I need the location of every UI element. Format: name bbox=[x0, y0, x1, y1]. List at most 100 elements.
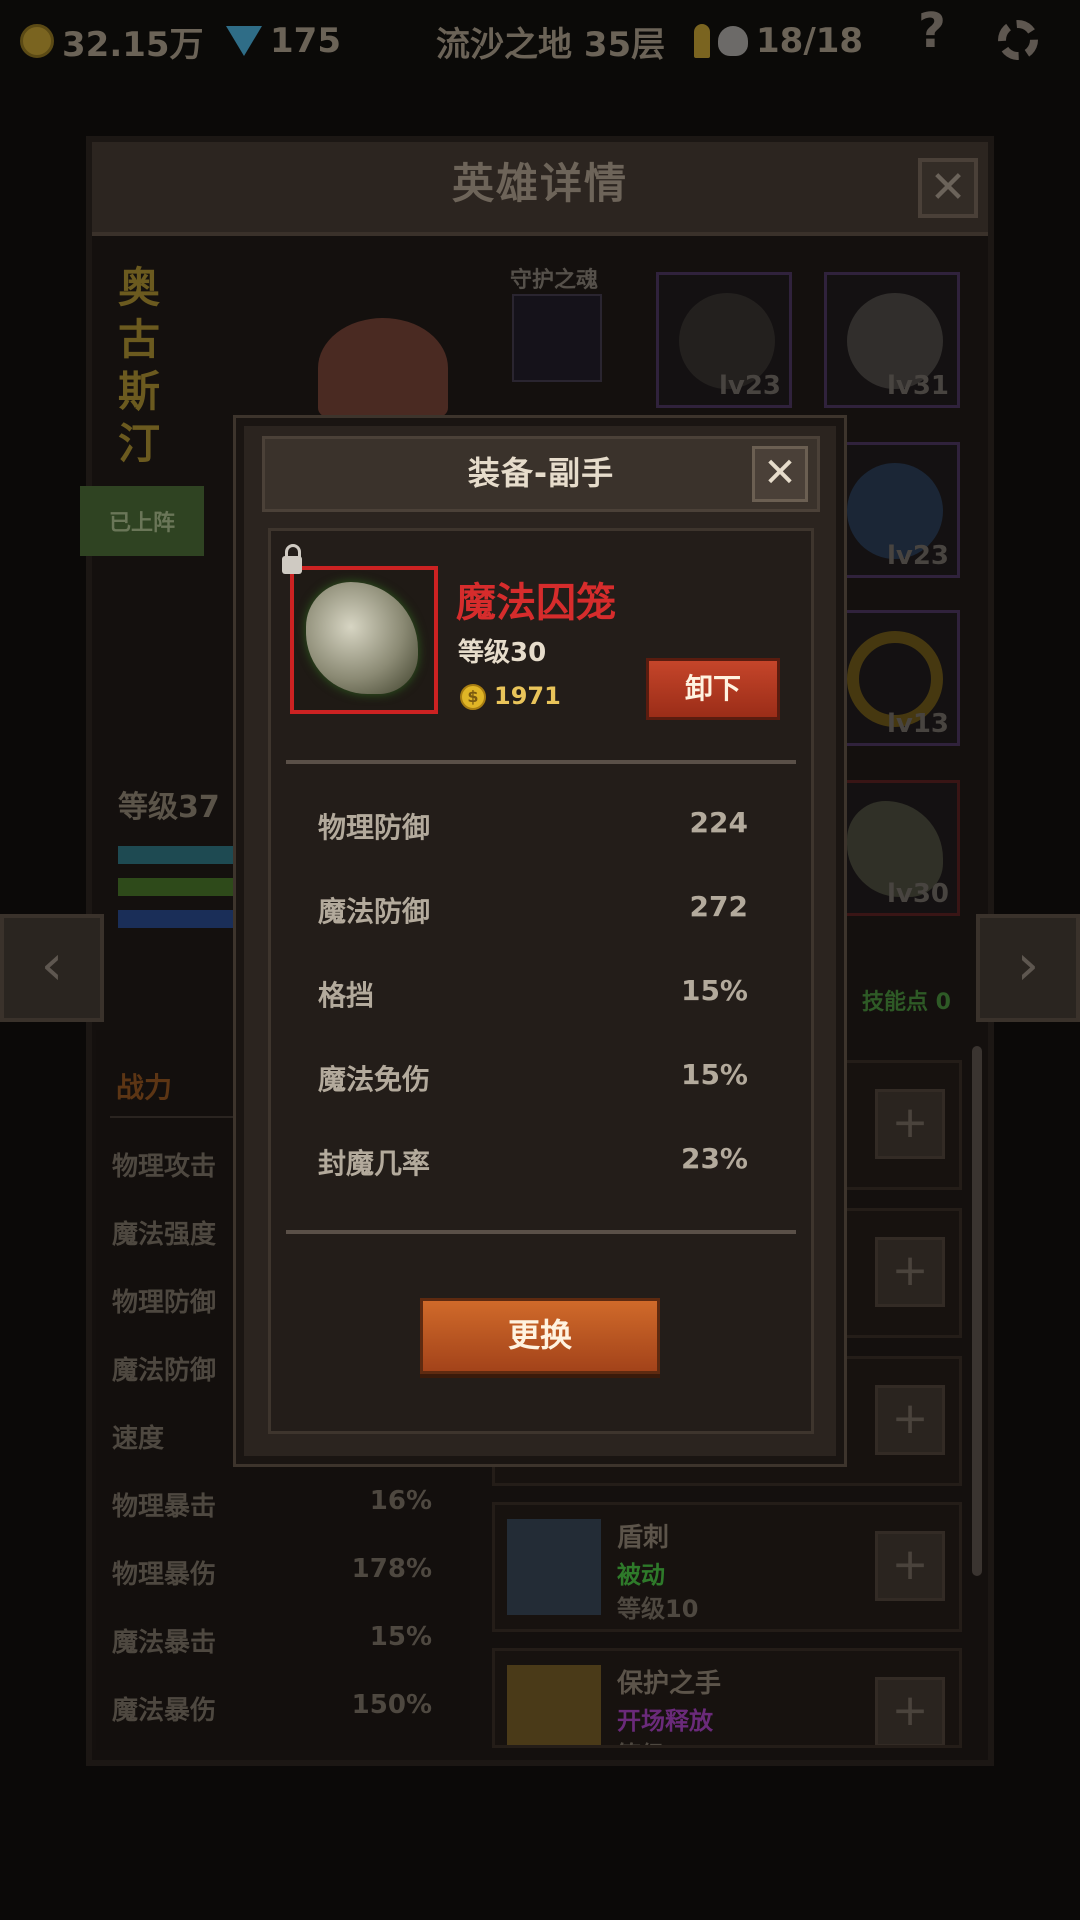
guard-soul-slot[interactable] bbox=[512, 294, 602, 382]
attribute-row: 魔法防御 272 bbox=[318, 890, 748, 930]
hero-details-title: 英雄详情 bbox=[451, 159, 628, 208]
gold-coin-icon: $ bbox=[460, 684, 486, 710]
equip-slot-necklace[interactable]: lv31 bbox=[824, 272, 960, 408]
slot-level: lv30 bbox=[886, 879, 949, 909]
attribute-value: 272 bbox=[689, 890, 748, 923]
attribute-value: 15% bbox=[680, 1058, 748, 1091]
settings-gear-icon[interactable] bbox=[998, 20, 1038, 60]
help-icon[interactable]: ? bbox=[918, 3, 946, 59]
stat-label: 物理攻击 bbox=[112, 1152, 217, 1182]
unequip-button[interactable]: 卸下 bbox=[646, 658, 780, 720]
hero-name: 奥 古 斯 汀 bbox=[118, 262, 168, 470]
attribute-row: 封魔几率 23% bbox=[318, 1142, 748, 1182]
hero-name-char: 古 bbox=[118, 315, 161, 364]
stat-row: 物理暴击 16% bbox=[112, 1486, 432, 1523]
location-text: 流沙之地 35层 bbox=[436, 24, 666, 65]
modal-close-button[interactable]: ✕ bbox=[752, 446, 808, 502]
stat-value: 178% bbox=[351, 1554, 432, 1584]
skill-card-protective-hand: 保护之手 开场释放 等级10 + bbox=[492, 1648, 962, 1748]
keys-skulls-counter: 18/18 bbox=[694, 18, 863, 64]
hand-skill-icon bbox=[507, 1665, 601, 1745]
skills-scrollbar[interactable] bbox=[972, 1046, 982, 1576]
lock-icon[interactable] bbox=[282, 544, 302, 574]
stat-label: 物理暴击 bbox=[112, 1492, 217, 1522]
add-skill-button[interactable]: + bbox=[875, 1237, 945, 1307]
attribute-value: 23% bbox=[680, 1142, 748, 1175]
skill-level: 等级10 bbox=[617, 1595, 699, 1623]
hero-name-char: 斯 bbox=[118, 367, 161, 416]
add-skill-button[interactable]: + bbox=[875, 1531, 945, 1601]
exp-bar bbox=[118, 878, 238, 896]
equip-slot-helmet[interactable]: lv23 bbox=[656, 272, 792, 408]
hero-name-char: 奥 bbox=[118, 263, 161, 312]
hero-name-char: 汀 bbox=[118, 419, 161, 468]
attribute-value: 224 bbox=[689, 806, 748, 839]
deployed-badge: 已上阵 bbox=[80, 486, 204, 556]
gem-counter: 175 bbox=[226, 18, 341, 64]
skull-icon bbox=[718, 26, 748, 56]
stat-row: 物理暴伤 178% bbox=[112, 1554, 432, 1591]
add-skill-button[interactable]: + bbox=[875, 1385, 945, 1455]
attribute-label: 封魔几率 bbox=[318, 1147, 431, 1180]
equip-slot-ring[interactable]: lv13 bbox=[824, 610, 960, 746]
key-icon bbox=[694, 24, 710, 58]
attribute-row: 物理防御 224 bbox=[318, 806, 748, 846]
replace-button[interactable]: 更换 bbox=[420, 1298, 660, 1374]
skill-points-label: 技能点 0 bbox=[862, 990, 951, 1015]
slot-level: lv23 bbox=[886, 541, 949, 571]
skill-card-shield-spike: 盾刺 被动 等级10 + bbox=[492, 1502, 962, 1632]
stat-label: 魔法暴击 bbox=[112, 1628, 217, 1658]
stat-row: 魔法暴伤 150% bbox=[112, 1690, 432, 1727]
hero-details-close-button[interactable]: ✕ bbox=[918, 158, 978, 218]
item-name: 魔法囚笼 bbox=[456, 580, 616, 626]
skill-type: 被动 bbox=[617, 1561, 665, 1589]
attribute-label: 魔法防御 bbox=[318, 895, 431, 928]
stat-value: 150% bbox=[351, 1690, 432, 1720]
add-skill-button[interactable]: + bbox=[875, 1677, 945, 1745]
hero-level: 等级37 bbox=[118, 790, 220, 825]
shield-spike-skill-icon bbox=[507, 1519, 601, 1615]
hero-portrait bbox=[318, 318, 448, 418]
equip-slot-offhand[interactable]: lv30 bbox=[824, 780, 960, 916]
stat-label: 魔法强度 bbox=[112, 1220, 217, 1250]
tab-battle-power[interactable]: 战力 bbox=[116, 1066, 172, 1106]
slot-level: lv23 bbox=[718, 371, 781, 401]
gem-amount: 175 bbox=[270, 21, 341, 61]
attribute-value: 15% bbox=[680, 974, 748, 1007]
location-label: 流沙之地 35层 bbox=[436, 18, 666, 65]
equip-slot-boots[interactable]: lv23 bbox=[824, 442, 960, 578]
next-hero-button[interactable]: › bbox=[976, 914, 1080, 1022]
hp-bar bbox=[118, 846, 238, 864]
keys-skulls-amount: 18/18 bbox=[756, 21, 864, 61]
skill-name: 保护之手 bbox=[617, 1669, 722, 1699]
add-skill-button[interactable]: + bbox=[875, 1089, 945, 1159]
item-level: 等级30 bbox=[458, 638, 547, 668]
attribute-label: 魔法免伤 bbox=[318, 1063, 431, 1096]
item-price: 1971 bbox=[494, 682, 561, 710]
skill-level: 等级10 bbox=[617, 1735, 698, 1745]
guard-soul-label: 守护之魂 bbox=[510, 268, 599, 293]
slot-level: lv13 bbox=[886, 709, 949, 739]
gold-counter: 32.15万 bbox=[20, 18, 204, 65]
slot-level: lv31 bbox=[886, 371, 949, 401]
stat-label: 魔法防御 bbox=[112, 1356, 217, 1386]
stat-value: 16% bbox=[369, 1486, 432, 1516]
modal-title: 装备-副手 bbox=[467, 454, 615, 492]
gem-icon bbox=[226, 26, 262, 56]
skill-type: 开场释放 bbox=[617, 1707, 713, 1735]
stat-label: 速度 bbox=[112, 1424, 165, 1454]
attribute-row: 格挡 15% bbox=[318, 974, 748, 1014]
attribute-label: 物理防御 bbox=[318, 811, 431, 844]
stat-label: 物理暴伤 bbox=[112, 1560, 217, 1590]
mana-bar bbox=[118, 910, 238, 928]
prev-hero-button[interactable]: ‹ bbox=[0, 914, 104, 1022]
skill-name: 盾刺 bbox=[617, 1523, 670, 1553]
stat-label: 魔法暴伤 bbox=[112, 1696, 217, 1726]
modal-divider bbox=[286, 760, 796, 764]
modal-divider bbox=[286, 1230, 796, 1234]
attribute-row: 魔法免伤 15% bbox=[318, 1058, 748, 1098]
stat-row: 魔法暴击 15% bbox=[112, 1622, 432, 1659]
stat-value: 15% bbox=[369, 1622, 432, 1652]
attribute-label: 格挡 bbox=[318, 979, 375, 1012]
gold-coin-icon bbox=[20, 24, 54, 58]
